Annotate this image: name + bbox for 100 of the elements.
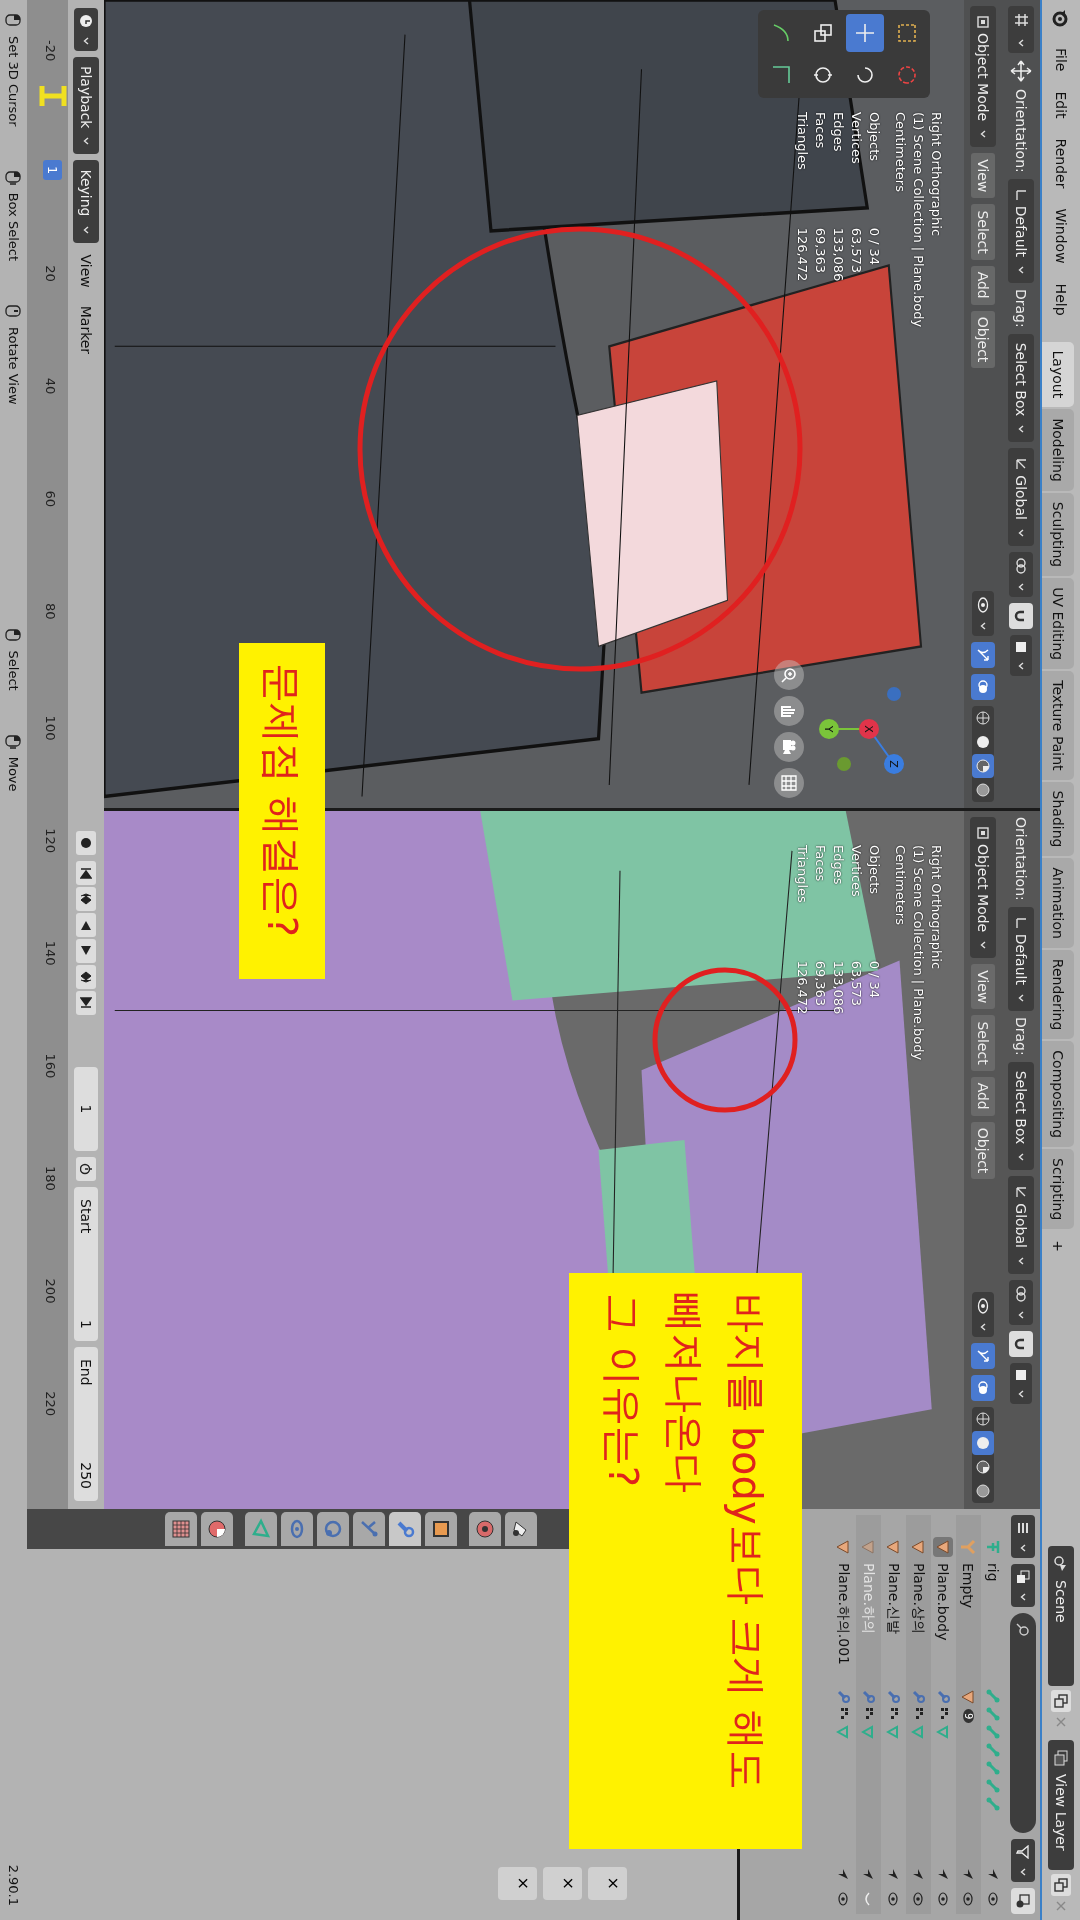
selectable-arrow-icon[interactable]	[912, 1868, 925, 1880]
camera-view-button[interactable]	[774, 732, 804, 762]
perspective-toggle[interactable]	[774, 768, 804, 798]
duplicate-button[interactable]	[1051, 1690, 1071, 1712]
outliner-item-name[interactable]: Empty	[960, 1563, 977, 1683]
timeline-dropdown[interactable]: Keying	[73, 160, 99, 243]
workspace-tab[interactable]: Modeling	[1042, 409, 1074, 491]
snap-toggle[interactable]	[1009, 1331, 1033, 1357]
orientation-dropdown[interactable]: Default	[1008, 178, 1034, 283]
render-tab[interactable]	[469, 1512, 501, 1546]
selectable-arrow-icon[interactable]	[987, 1868, 1000, 1880]
new-collection-button[interactable]	[1011, 1888, 1035, 1914]
menu-item[interactable]: File	[1053, 40, 1069, 80]
workspace-tab[interactable]: Layout	[1042, 341, 1074, 408]
eye-icon[interactable]	[962, 1892, 975, 1906]
mesh-object-icon[interactable]	[835, 1539, 852, 1555]
search-field[interactable]	[1010, 1613, 1036, 1833]
drag-dropdown[interactable]: Select Box	[1008, 333, 1034, 443]
workspace-tab[interactable]: Sculpting	[1042, 492, 1074, 577]
editor-type-dropdown[interactable]	[74, 8, 98, 51]
jump-start-button[interactable]	[76, 861, 96, 885]
gizmo-toggle[interactable]	[971, 1343, 995, 1369]
mode-dropdown[interactable]: Object Mode	[970, 6, 996, 148]
next-keyframe-button[interactable]	[76, 965, 96, 989]
workspace-tab[interactable]: Animation	[1042, 858, 1074, 948]
outliner-item-name[interactable]: Plane.신발	[884, 1563, 903, 1683]
orientation-dropdown[interactable]: Default	[1008, 906, 1034, 1011]
end-frame-field[interactable]: End 250	[74, 1347, 98, 1501]
axis-gizmo-drawing[interactable]: X Y Z	[814, 674, 924, 784]
overlay-toggle[interactable]	[971, 1375, 995, 1401]
workspace-tab[interactable]: Rendering	[1042, 949, 1074, 1040]
menu-item[interactable]: Help	[1053, 275, 1069, 324]
selectable-arrow-icon[interactable]	[962, 1868, 975, 1880]
drag-dropdown[interactable]: Select Box	[1008, 1061, 1034, 1171]
record-button[interactable]	[76, 831, 96, 855]
view-layer-selector[interactable]: View Layer	[1048, 1740, 1074, 1870]
timeline-dropdown[interactable]: Playback	[73, 57, 99, 155]
display-mode-dropdown[interactable]	[1011, 1564, 1035, 1607]
add-workspace-button[interactable]: +	[1042, 1231, 1074, 1262]
jump-end-button[interactable]	[76, 991, 96, 1015]
scene-selector[interactable]: Scene	[1048, 1546, 1074, 1686]
eye-icon[interactable]	[837, 1892, 850, 1906]
menu-item[interactable]: Render	[1053, 130, 1069, 197]
pivot-dropdown[interactable]	[1009, 1280, 1033, 1325]
proportional-edit-dropdown[interactable]	[1010, 635, 1032, 676]
eye-icon[interactable]	[887, 1892, 900, 1906]
active-tool-dropdown[interactable]	[1008, 6, 1034, 53]
material-tab[interactable]	[201, 1512, 233, 1546]
visibility-dropdown[interactable]	[972, 591, 994, 636]
workspace-tab[interactable]: Texture Paint	[1042, 671, 1074, 780]
close-button[interactable]: ×	[498, 1866, 537, 1900]
transform-orientation-dropdown[interactable]: Global	[1008, 1176, 1034, 1274]
menu-item[interactable]: Edit	[1053, 83, 1069, 127]
timeline-menu[interactable]: View	[74, 248, 98, 294]
selectable-arrow-icon[interactable]	[862, 1868, 875, 1880]
close-button[interactable]: ×	[543, 1866, 582, 1900]
current-frame-field[interactable]: 1	[74, 1067, 98, 1151]
transform-orientation-dropdown[interactable]: Global	[1008, 448, 1034, 546]
visibility-dropdown[interactable]	[972, 1292, 994, 1337]
zoom-button[interactable]	[774, 660, 804, 690]
mesh-object-icon[interactable]	[910, 1539, 927, 1555]
header-menu[interactable]: View	[971, 964, 995, 1010]
workspace-tab[interactable]: Scripting	[1042, 1149, 1074, 1230]
play-button[interactable]	[76, 939, 96, 963]
mesh-object-icon[interactable]	[935, 1539, 952, 1555]
start-frame-field[interactable]: Start 1	[74, 1187, 98, 1341]
duplicate-button[interactable]	[1051, 1874, 1071, 1896]
object-tab[interactable]	[425, 1512, 457, 1546]
eye-icon[interactable]	[987, 1892, 1000, 1906]
pivot-dropdown[interactable]	[1009, 552, 1033, 597]
shading-button[interactable]	[972, 754, 994, 778]
selectable-arrow-icon[interactable]	[937, 1868, 950, 1880]
workspace-tab[interactable]: UV Editing	[1042, 578, 1074, 670]
filter-dropdown[interactable]	[1011, 1839, 1035, 1882]
playhead-marker[interactable]: 1	[43, 160, 62, 181]
workspace-tab[interactable]: Compositing	[1042, 1041, 1074, 1148]
eye-icon[interactable]	[937, 1892, 950, 1906]
overlay-toggle[interactable]	[971, 674, 995, 700]
gizmo-toggle[interactable]	[971, 642, 995, 668]
outliner-item-name[interactable]: Plane.body	[935, 1563, 952, 1683]
modifiers-tab[interactable]	[389, 1512, 421, 1546]
previous-keyframe-button[interactable]	[76, 887, 96, 911]
header-menu[interactable]: View	[971, 153, 995, 199]
header-menu[interactable]: Object	[971, 1121, 995, 1180]
shading-button[interactable]	[972, 1431, 994, 1455]
tool-tab[interactable]	[505, 1512, 537, 1546]
menu-item[interactable]: Window	[1053, 200, 1069, 272]
selectable-arrow-icon[interactable]	[837, 1868, 850, 1880]
stopwatch-button[interactable]	[76, 1157, 96, 1181]
mesh-object-icon[interactable]	[885, 1539, 902, 1555]
close-button[interactable]: ×	[588, 1866, 627, 1900]
header-menu[interactable]: Add	[971, 265, 995, 305]
play-reverse-button[interactable]	[76, 913, 96, 937]
outliner-item-name[interactable]: Plane.하의.001	[834, 1563, 853, 1683]
editor-type-dropdown[interactable]	[1011, 1515, 1035, 1558]
pan-button[interactable]	[774, 696, 804, 726]
header-menu[interactable]: Object	[971, 310, 995, 369]
header-menu[interactable]: Select	[971, 1015, 995, 1071]
selectable-arrow-icon[interactable]	[887, 1868, 900, 1880]
timeline-menu[interactable]: Marker	[74, 299, 98, 361]
